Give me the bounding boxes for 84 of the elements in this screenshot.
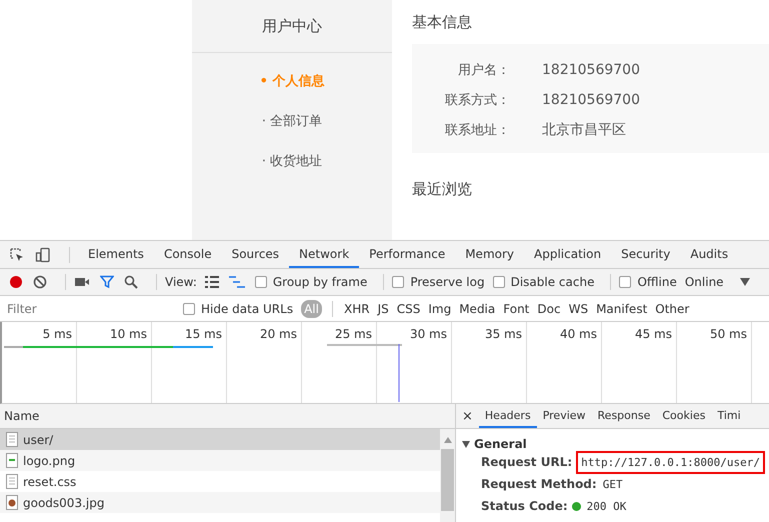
timeline-tick-label: 35 ms (484, 327, 522, 341)
header-label: Status Code: (481, 499, 568, 513)
timeline-tick-label: 5 ms (42, 327, 72, 341)
view-label: View: (165, 275, 197, 289)
waterfall-view-icon[interactable] (228, 276, 245, 288)
field-value: 北京市昌平区 (542, 121, 626, 139)
field-label: 联系地址： (444, 122, 510, 139)
field-label: 联系方式： (444, 92, 510, 109)
header-value: 200 OK (586, 498, 628, 514)
detail-tab[interactable]: Headers (478, 404, 537, 428)
inspect-cursor-icon[interactable] (9, 246, 25, 262)
video-camera-icon[interactable] (74, 276, 90, 288)
filter-icon[interactable] (100, 275, 114, 289)
timeline-tick-label: 45 ms (634, 327, 672, 341)
detail-tab[interactable]: Timi (711, 404, 747, 428)
timeline-tick-label: 50 ms (710, 327, 747, 341)
type-filter-button[interactable]: Other (652, 300, 692, 318)
expand-caret-icon (462, 440, 470, 448)
detail-tab[interactable]: Cookies (656, 404, 712, 428)
search-icon[interactable] (124, 275, 138, 289)
field-value: 18210569700 (542, 62, 640, 78)
header-value: GET (602, 476, 624, 492)
type-filter-button[interactable]: WS (566, 300, 592, 318)
option-checkbox[interactable]: Preserve log (392, 275, 485, 289)
devtools-tab[interactable]: Console (154, 241, 222, 268)
option-checkbox[interactable]: Disable cache (492, 275, 594, 289)
type-filter-button[interactable]: Manifest (593, 300, 650, 318)
request-name: user/ (23, 432, 54, 446)
request-row[interactable]: user/ (0, 429, 440, 450)
list-view-icon[interactable] (204, 276, 219, 288)
type-filter-button[interactable]: Media (456, 300, 498, 318)
throttle-dropdown[interactable]: Online (684, 275, 724, 289)
header-label: Request URL: (481, 455, 572, 469)
timeline-tick-label: 20 ms (260, 327, 297, 341)
caret-icon[interactable] (740, 278, 750, 286)
clear-icon[interactable] (33, 275, 47, 289)
sidebar-item[interactable]: · 收货地址 (262, 152, 322, 172)
request-name: reset.css (23, 474, 76, 488)
document-icon (6, 474, 18, 489)
image-file-icon (6, 495, 18, 510)
option-checkbox[interactable]: Group by frame (254, 275, 368, 289)
type-filter-button[interactable]: CSS (394, 300, 424, 318)
type-filter-button[interactable]: XHR (340, 300, 373, 318)
section-header[interactable]: General (456, 429, 769, 451)
option-checkbox[interactable]: Offline (619, 275, 677, 289)
field-label: 用户名： (457, 62, 510, 79)
scrollbar[interactable] (440, 429, 455, 522)
type-filter-button[interactable]: Img (425, 300, 454, 318)
timeline-tick-label: 10 ms (110, 327, 147, 341)
devtools-tab[interactable]: Elements (78, 241, 154, 268)
field-value: 18210569700 (542, 92, 640, 108)
devtools-tab[interactable]: Performance (359, 241, 456, 268)
timeline-tick-label: 30 ms (410, 327, 447, 341)
section-title: 基本信息 (412, 12, 473, 32)
sidebar-item[interactable]: · 全部订单 (262, 112, 322, 132)
detail-tab[interactable]: Response (592, 404, 656, 428)
timeline-tick-label: 15 ms (184, 327, 222, 341)
header-value: http://127.0.0.1:8000/user/ (576, 450, 765, 474)
devtools-tab[interactable]: Memory (455, 241, 524, 268)
column-header[interactable]: Name (0, 404, 455, 429)
request-row[interactable]: reset.css (0, 471, 440, 492)
devtools-tab[interactable]: Audits (680, 241, 738, 268)
device-toggle-icon[interactable] (35, 246, 51, 262)
request-name: logo.png (23, 454, 76, 468)
document-icon (6, 432, 18, 447)
section-title: 最近浏览 (412, 178, 473, 200)
close-button[interactable]: × (456, 408, 479, 424)
request-row[interactable]: logo.png (0, 450, 440, 471)
request-row[interactable]: goods003.jpg (0, 492, 440, 513)
record-icon[interactable] (9, 275, 23, 289)
timeline-tick-label: 40 ms (560, 327, 597, 341)
type-filter-button[interactable]: Font (500, 300, 532, 318)
detail-tab[interactable]: Preview (536, 404, 592, 428)
devtools-tab[interactable]: Sources (222, 241, 290, 268)
image-file-icon (6, 453, 18, 468)
devtools-tab[interactable]: Application (524, 241, 612, 268)
request-name: goods003.jpg (23, 496, 104, 510)
timeline-tick-label: 25 ms (334, 327, 372, 341)
sidebar-title: 用户中心 (192, 0, 392, 53)
hide-data-urls-checkbox[interactable]: Hide data URLs (183, 302, 294, 316)
header-label: Request Method: (481, 477, 597, 491)
type-filter-button[interactable]: JS (374, 300, 392, 318)
devtools-tab[interactable]: Security (611, 241, 680, 268)
type-filter-button[interactable]: Doc (534, 300, 564, 318)
